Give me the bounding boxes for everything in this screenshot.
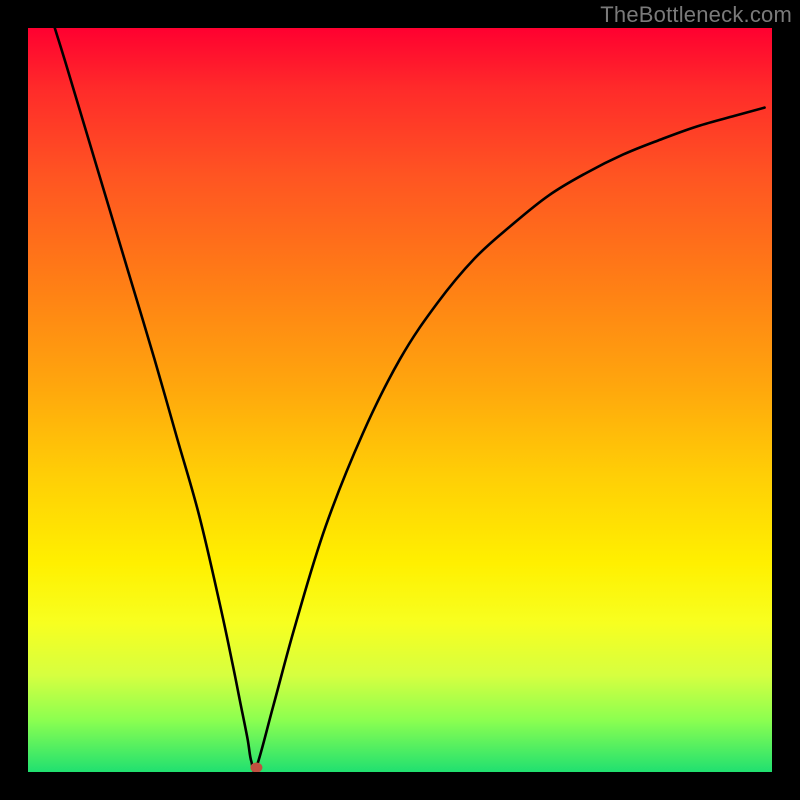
curve-svg [28, 28, 772, 772]
plot-area [28, 28, 772, 772]
bottleneck-curve [55, 28, 765, 771]
chart-container: TheBottleneck.com [0, 0, 800, 800]
watermark-label: TheBottleneck.com [600, 2, 792, 28]
